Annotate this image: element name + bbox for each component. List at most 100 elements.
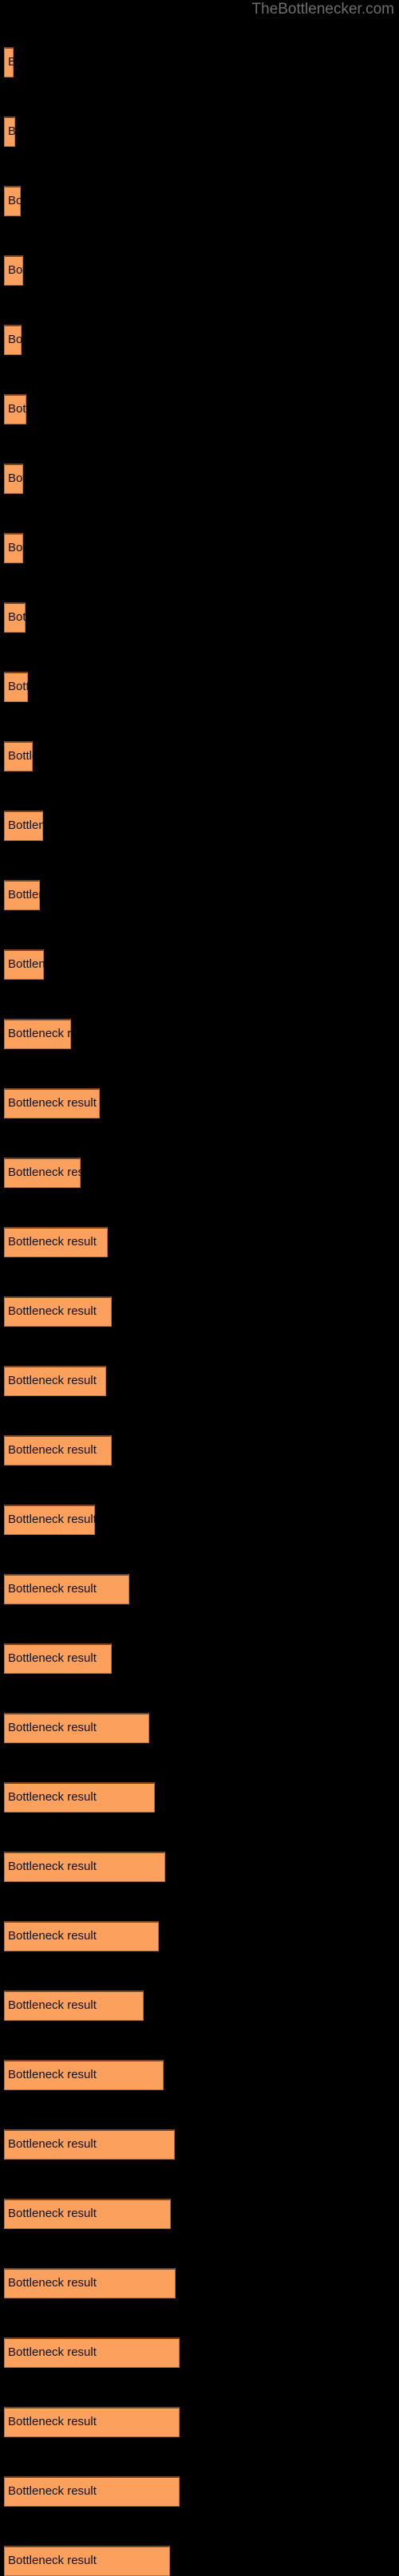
bar-row: Bottleneck result: [4, 811, 43, 841]
bar-label: Bottleneck result: [8, 1235, 97, 1249]
bar-row: Bottleneck result: [4, 47, 14, 77]
bar-label: Bottleneck result: [8, 680, 28, 693]
bar-label-clip: Bottleneck result: [4, 1713, 149, 1743]
bar-row: Bottleneck result: [4, 2407, 180, 2437]
bar-row: Bottleneck result: [4, 2476, 180, 2507]
bar-label-clip: Bottleneck result: [4, 2337, 180, 2368]
bar-label: Bottleneck result: [8, 819, 43, 832]
bar-label: Bottleneck result: [8, 1790, 97, 1804]
bar-label: Bottleneck result: [8, 1651, 97, 1665]
bar-label: Bottleneck result: [8, 2137, 97, 2151]
bar-label-clip: Bottleneck result: [4, 464, 23, 494]
bar-row: Bottleneck result: [4, 741, 33, 771]
bar-label: Bottleneck result: [8, 1721, 97, 1734]
bar-row: Bottleneck result: [4, 2337, 180, 2368]
bar-label: Bottleneck result: [8, 2207, 97, 2220]
bar-row: Bottleneck result: [4, 1227, 108, 1257]
bar-label-clip: Bottleneck result: [4, 255, 23, 286]
bar-row: Bottleneck result: [4, 1019, 71, 1049]
bar-row: Bottleneck result: [4, 2268, 176, 2298]
bar-label-clip: Bottleneck result: [4, 394, 26, 424]
bar-row: Bottleneck result: [4, 2129, 175, 2160]
bar-label-clip: Bottleneck result: [4, 1158, 81, 1188]
bar-label-clip: Bottleneck result: [4, 2407, 180, 2437]
bar-row: Bottleneck result: [4, 255, 23, 286]
bar-label: Bottleneck result: [8, 402, 26, 416]
bar-label-clip: Bottleneck result: [4, 1227, 108, 1257]
bar-label-clip: Bottleneck result: [4, 1296, 112, 1327]
bar-row: Bottleneck result: [4, 1643, 112, 1674]
bar-row: Bottleneck result: [4, 1505, 95, 1535]
bar-label-clip: Bottleneck result: [4, 1366, 106, 1396]
bar-label: Bottleneck result: [8, 2276, 97, 2290]
bar-label-clip: Bottleneck result: [4, 741, 33, 771]
bar-label: Bottleneck result: [8, 1304, 97, 1318]
bar-row: Bottleneck result: [4, 1713, 149, 1743]
bar-label-clip: Bottleneck result: [4, 1782, 155, 1813]
bar-row: Bottleneck result: [4, 1921, 159, 1951]
bar-row: Bottleneck result: [4, 949, 44, 980]
bar-label: Bottleneck result: [8, 1096, 97, 1110]
bar-label: Bottleneck result: [8, 471, 23, 485]
bar-label: Bottleneck result: [8, 541, 23, 554]
bar-label-clip: Bottleneck result: [4, 1643, 112, 1674]
bar-label-clip: Bottleneck result: [4, 1435, 112, 1466]
bar-label: Bottleneck result: [8, 888, 40, 901]
bar-label: Bottleneck result: [8, 1027, 71, 1040]
bar-row: Bottleneck result: [4, 2060, 164, 2090]
bar-label: Bottleneck result: [8, 1998, 97, 2012]
bar-label: Bottleneck result: [8, 749, 33, 763]
bar-label: Bottleneck result: [8, 124, 15, 138]
bar-row: Bottleneck result: [4, 1852, 165, 1882]
bar-row: Bottleneck result: [4, 1990, 144, 2021]
bar-label-clip: Bottleneck result: [4, 2199, 171, 2229]
bar-label: Bottleneck result: [8, 263, 23, 277]
bar-label: Bottleneck result: [8, 2345, 97, 2359]
bar-row: Bottleneck result: [4, 2546, 170, 2576]
bar-label: Bottleneck result: [8, 610, 26, 624]
bar-row: Bottleneck result: [4, 1435, 112, 1466]
bar-label: Bottleneck result: [8, 2484, 97, 2498]
bar-label-clip: Bottleneck result: [4, 47, 14, 77]
bar-row: Bottleneck result: [4, 602, 26, 633]
bar-row: Bottleneck result: [4, 880, 40, 910]
bar-label-clip: Bottleneck result: [4, 1990, 144, 2021]
bar-label: Bottleneck result: [8, 2068, 97, 2081]
bar-label: Bottleneck result: [8, 55, 14, 69]
bar-row: Bottleneck result: [4, 533, 23, 563]
bar-row: Bottleneck result: [4, 1296, 112, 1327]
bar-label-clip: Bottleneck result: [4, 1505, 95, 1535]
bar-label: Bottleneck result: [8, 1929, 97, 1943]
bar-label-clip: Bottleneck result: [4, 1019, 71, 1049]
bar-label: Bottleneck result: [8, 194, 21, 207]
bar-row: Bottleneck result: [4, 464, 23, 494]
bar-label: Bottleneck result: [8, 1513, 95, 1526]
bar-row: Bottleneck result: [4, 325, 22, 355]
bar-row: Bottleneck result: [4, 672, 28, 702]
bar-row: Bottleneck result: [4, 2199, 171, 2229]
bar-label: Bottleneck result: [8, 1166, 81, 1179]
bar-label-clip: Bottleneck result: [4, 1088, 100, 1118]
bar-label-clip: Bottleneck result: [4, 2060, 164, 2090]
bar-label-clip: Bottleneck result: [4, 811, 43, 841]
bar-label-clip: Bottleneck result: [4, 116, 15, 147]
bar-label: Bottleneck result: [8, 1443, 97, 1457]
bar-row: Bottleneck result: [4, 394, 26, 424]
bar-label-clip: Bottleneck result: [4, 2129, 175, 2160]
bar-chart-plot-area: Bottleneck result Bottleneck result Bottle…: [0, 0, 399, 2576]
bar-label-clip: Bottleneck result: [4, 1921, 159, 1951]
bar-label-clip: Bottleneck result: [4, 1852, 165, 1882]
bar-label: Bottleneck result: [8, 1374, 97, 1387]
bar-label-clip: Bottleneck result: [4, 602, 26, 633]
bar-row: Bottleneck result: [4, 186, 21, 216]
bar-label-clip: Bottleneck result: [4, 2268, 176, 2298]
bar-row: Bottleneck result: [4, 1366, 106, 1396]
bar-label-clip: Bottleneck result: [4, 533, 23, 563]
bar-label-clip: Bottleneck result: [4, 949, 44, 980]
bar-row: Bottleneck result: [4, 1088, 100, 1118]
bar-label: Bottleneck result: [8, 957, 44, 971]
bar-label: Bottleneck result: [8, 1582, 97, 1596]
bar-label: Bottleneck result: [8, 2415, 97, 2428]
bar-row: Bottleneck result: [4, 116, 15, 147]
bar-label-clip: Bottleneck result: [4, 672, 28, 702]
